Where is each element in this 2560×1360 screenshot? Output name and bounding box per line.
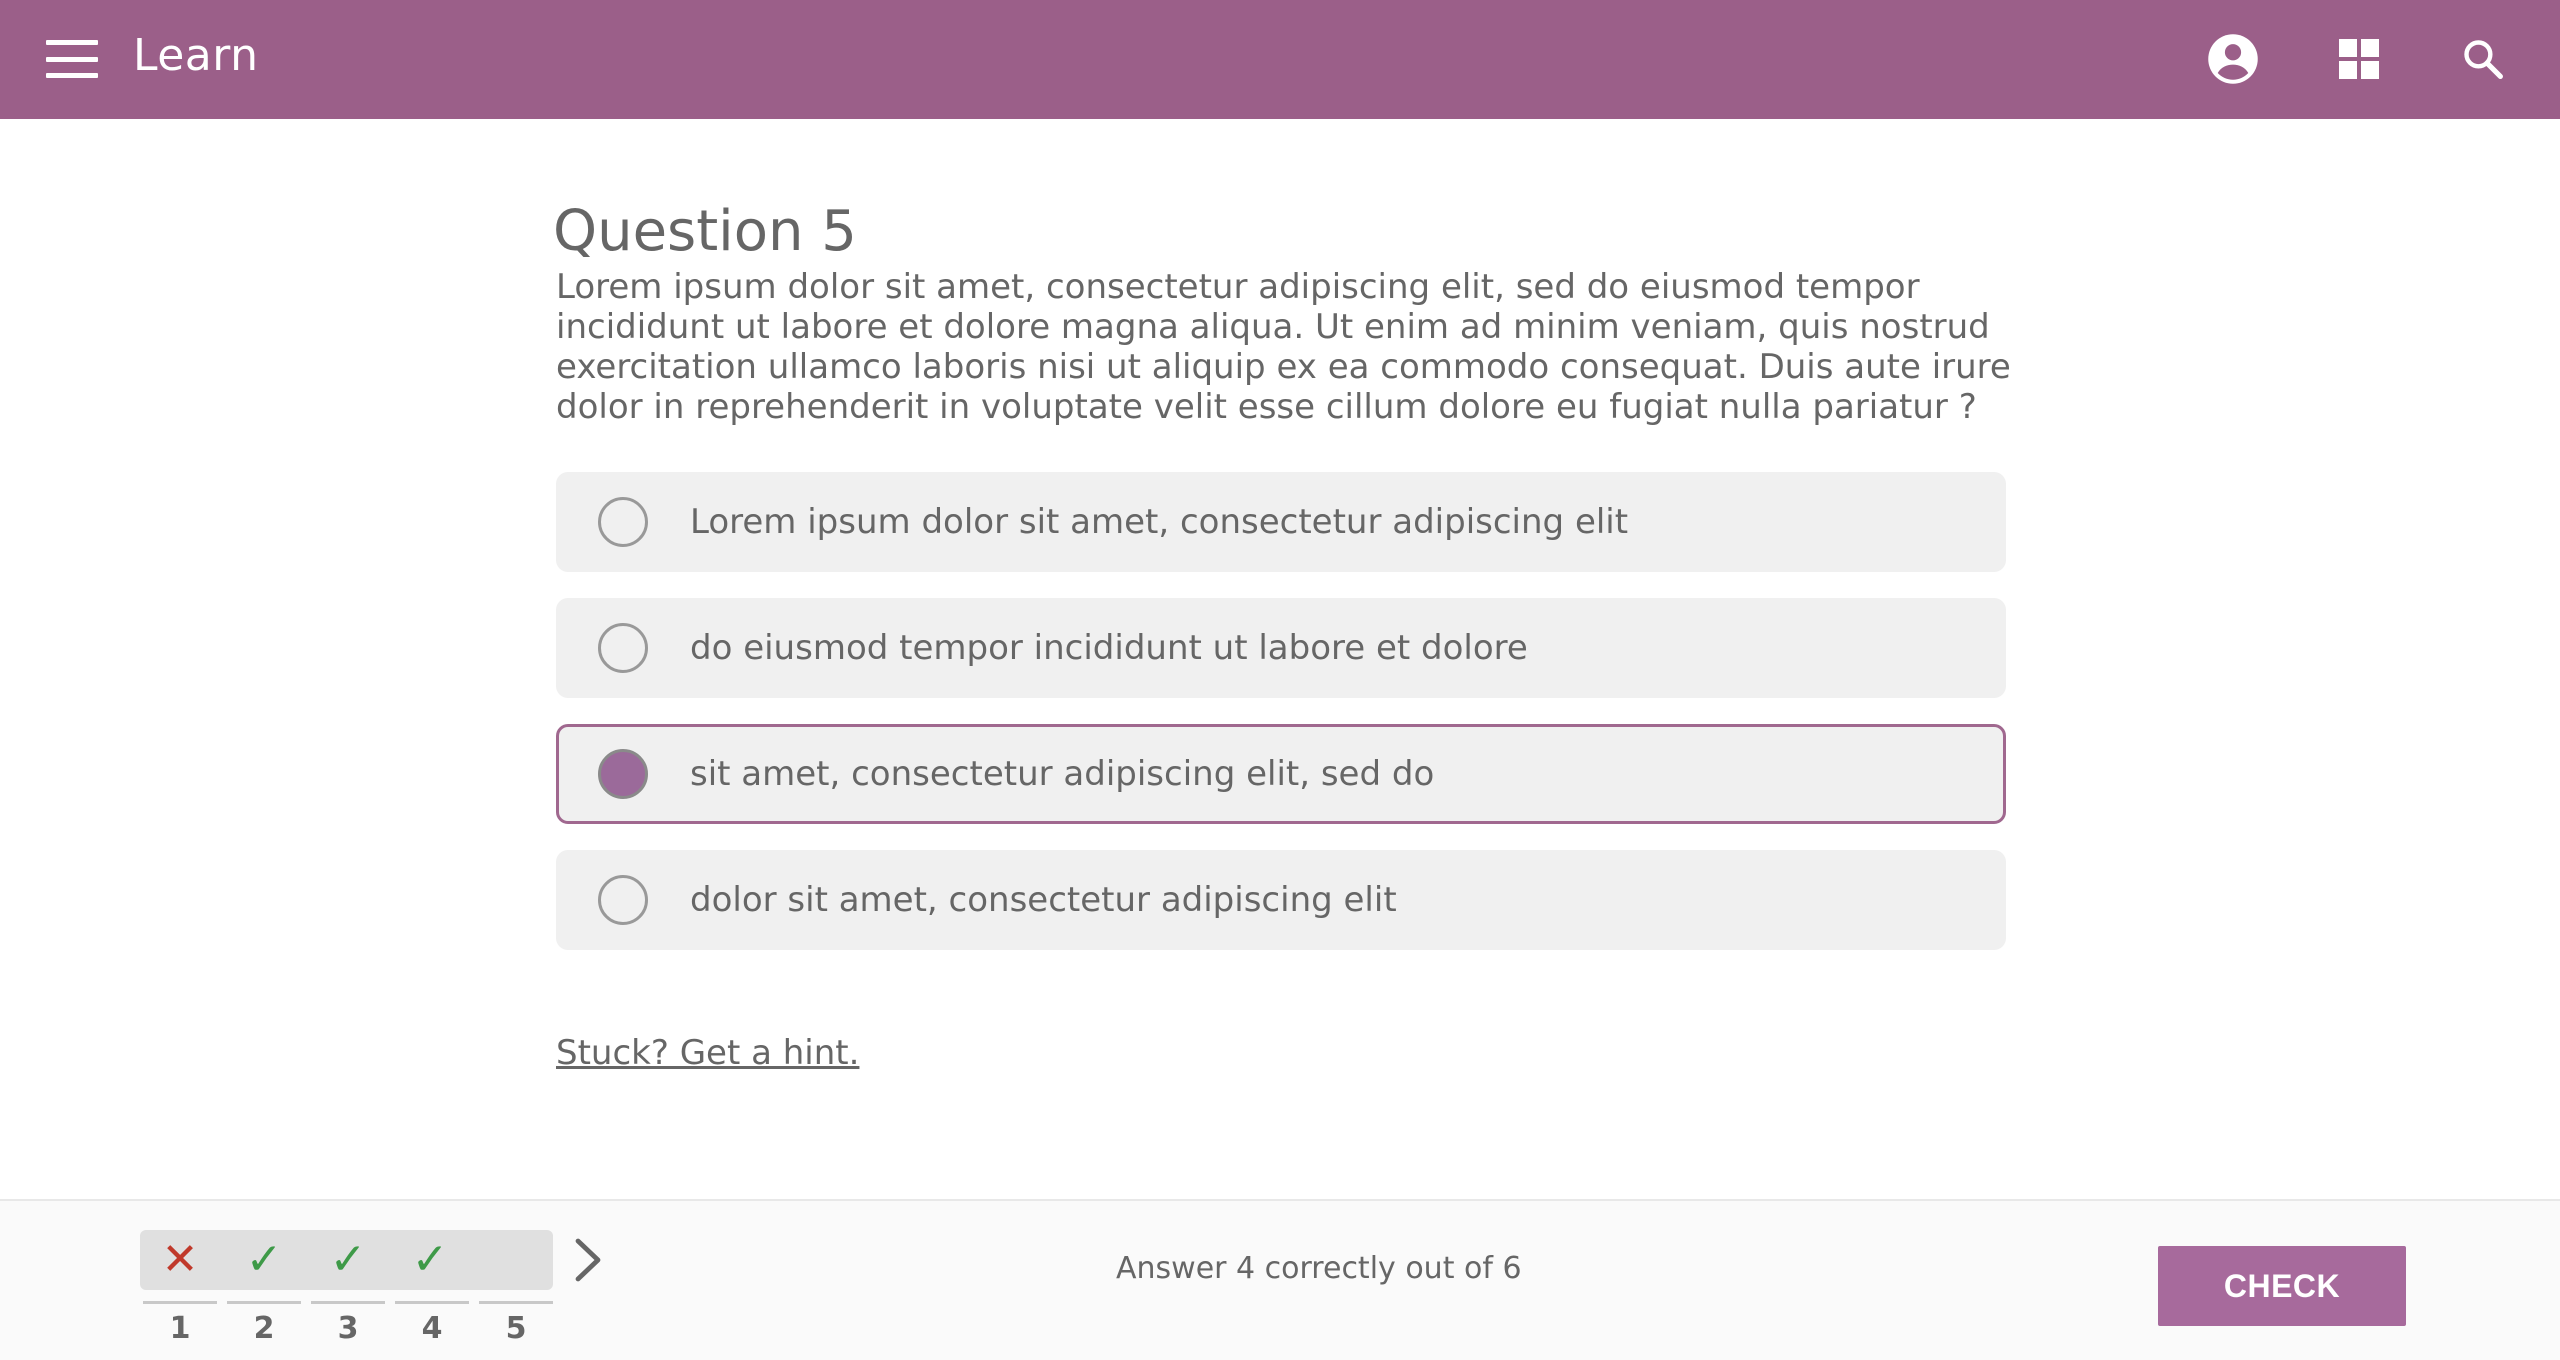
app-bar: Learn — [0, 0, 2560, 119]
attempt-divider — [395, 1301, 469, 1304]
attempt-number: 4 — [421, 1311, 443, 1346]
answer-option-2[interactable]: do eiusmod tempor incididunt ut labore e… — [556, 598, 2006, 698]
question-title: Question 5 — [553, 199, 857, 264]
attempt-1-result: ✕ — [143, 1230, 217, 1290]
attempt-divider — [143, 1301, 217, 1304]
account-icon[interactable] — [2200, 26, 2266, 92]
attempt-number: 3 — [337, 1311, 359, 1346]
checkmark-icon: ✓ — [245, 1234, 283, 1285]
attempt-number: 2 — [253, 1311, 275, 1346]
search-icon[interactable] — [2450, 26, 2516, 92]
radio-button[interactable] — [598, 875, 648, 925]
question-area: Question 5 Lorem ipsum dolor sit amet, c… — [0, 119, 2560, 1199]
check-button[interactable]: CHECK — [2158, 1246, 2406, 1326]
attempt-number: 1 — [169, 1311, 191, 1346]
radio-button[interactable] — [598, 623, 648, 673]
attempt-2-result: ✓ — [227, 1230, 301, 1290]
chevron-right-icon[interactable] — [568, 1235, 608, 1285]
answer-option-4[interactable]: dolor sit amet, consectetur adipiscing e… — [556, 850, 2006, 950]
attempt-5-result — [477, 1230, 551, 1290]
answer-option-label: sit amet, consectetur adipiscing elit, s… — [690, 754, 1435, 794]
answer-status-text: Answer 4 correctly out of 6 — [1116, 1251, 1522, 1286]
hint-link[interactable]: Stuck? Get a hint. — [556, 1033, 859, 1073]
menu-icon[interactable] — [46, 40, 98, 78]
attempt-4-result: ✓ — [393, 1230, 467, 1290]
app-title: Learn — [133, 30, 259, 81]
attempt-number: 5 — [505, 1311, 527, 1346]
attempt-divider — [311, 1301, 385, 1304]
checkmark-icon: ✓ — [329, 1234, 367, 1285]
answer-option-label: do eiusmod tempor incididunt ut labore e… — [690, 628, 1528, 668]
answer-option-3[interactable]: sit amet, consectetur adipiscing elit, s… — [556, 724, 2006, 824]
apps-grid-icon[interactable] — [2326, 26, 2392, 92]
answer-option-label: Lorem ipsum dolor sit amet, consectetur … — [690, 502, 1629, 542]
checkmark-icon: ✓ — [411, 1234, 449, 1285]
question-text: Lorem ipsum dolor sit amet, consectetur … — [556, 267, 2011, 427]
answer-option-1[interactable]: Lorem ipsum dolor sit amet, consectetur … — [556, 472, 2006, 572]
radio-button-selected[interactable] — [598, 749, 648, 799]
attempt-divider — [227, 1301, 301, 1304]
answer-option-label: dolor sit amet, consectetur adipiscing e… — [690, 880, 1397, 920]
attempt-3-result: ✓ — [311, 1230, 385, 1290]
radio-button[interactable] — [598, 497, 648, 547]
wrong-icon: ✕ — [161, 1234, 199, 1285]
attempt-divider — [479, 1301, 553, 1304]
footer-bar: ✕ ✓ ✓ ✓ 1 2 3 4 5 Answer 4 correctly out… — [0, 1199, 2560, 1360]
